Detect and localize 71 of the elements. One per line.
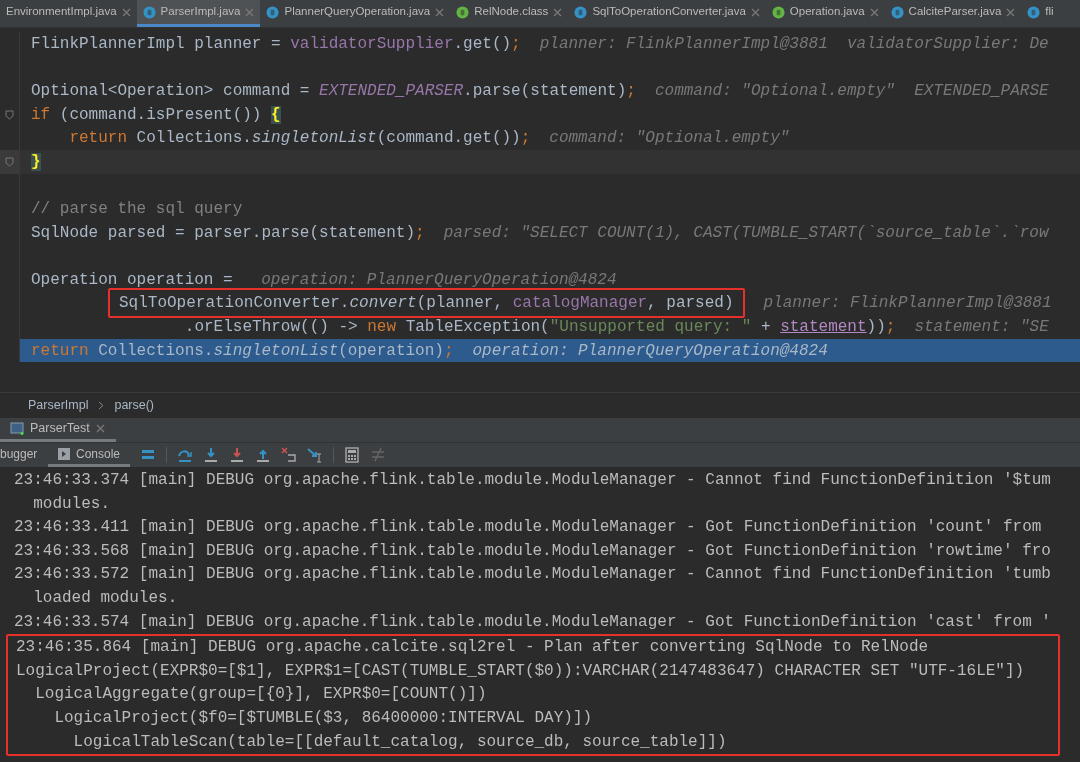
console-line: loaded modules. <box>32 587 179 609</box>
file-type-icon <box>266 5 280 19</box>
step-over-icon[interactable] <box>177 447 194 463</box>
editor-tab[interactable]: RelNode.class <box>450 0 569 27</box>
code-text: Operation operation = <box>31 269 234 291</box>
console-line: LogicalProject($f0=[$TUMBLE($3, 86400000:INTERVAL DAY)]) <box>53 707 594 729</box>
code-text: Optional<Operation> command = EXTENDED_PARSER.parse(statement); <box>31 81 636 102</box>
debug-value-hint: statement: "SE <box>914 316 1049 338</box>
editor-tab[interactable]: EnvironmentImpl.java <box>0 0 137 27</box>
file-type-icon <box>456 5 470 19</box>
step-into-icon[interactable] <box>203 447 220 463</box>
calculator-icon[interactable] <box>344 447 361 463</box>
editor-tab[interactable]: PlannerQueryOperation.java <box>260 0 451 27</box>
window-icon <box>10 422 24 435</box>
file-type-icon <box>142 5 156 19</box>
highlighted-code: SqlToOperationConverter.convert(planner, catalogManager, parsed) <box>108 288 745 319</box>
debug-value-hint: operation: PlannerQueryOperation@4824 <box>261 269 617 291</box>
breadcrumb-item[interactable]: parse() <box>114 396 155 415</box>
console-line: LogicalAggregate(group=[{0}], EXPR$0=[COUNT()]) <box>34 684 488 706</box>
debug-value-hint: command: "Optional.empty" <box>549 128 790 150</box>
code-text: FlinkPlannerImpl planner = validatorSupplier.get(); <box>31 33 521 55</box>
close-icon[interactable] <box>750 7 760 17</box>
debug-value-hint: planner: FlinkPlannerImpl@3881 <box>763 293 1052 315</box>
fold-icon[interactable] <box>5 156 14 167</box>
close-icon[interactable] <box>95 424 105 433</box>
debug-value-hint: planner: FlinkPlannerImpl@3881 validatorSupplier: De <box>539 33 1049 55</box>
console-line: 23:46:33.574 [main] DEBUG org.apache.flink.table.module.ModuleManager - Got FunctionDefinition 'cast' from ' <box>13 611 1052 633</box>
chevron-right-icon <box>98 401 105 410</box>
file-type-icon <box>771 5 785 19</box>
console-line: 23:46:33.411 [main] DEBUG org.apache.flink.table.module.ModuleManager - Got FunctionDefinition 'count' from <box>13 517 1043 539</box>
console-icon <box>58 447 70 460</box>
run-to-cursor-icon[interactable] <box>307 447 324 463</box>
debug-tab[interactable]: bugger <box>0 443 48 467</box>
close-icon[interactable] <box>869 7 879 17</box>
code-text: .orElseThrow(() -> new TableException("Unsupported query: " + statement)); <box>183 316 896 338</box>
file-type-icon <box>1027 5 1041 19</box>
force-step-into-icon[interactable] <box>229 447 246 463</box>
console-line: 23:46:33.374 [main] DEBUG org.apache.flink.table.module.ModuleManager - Cannot find FunctionDefinition '$tum <box>13 470 1052 491</box>
debug-value-hint: parsed: "SELECT COUNT(1), CAST(TUMBLE_START(`source_table`.`row <box>443 222 1049 244</box>
fold-icon[interactable] <box>5 109 14 120</box>
step-out-icon[interactable] <box>255 447 272 463</box>
code-text: SqlNode parsed = parser.parse(statement); <box>31 222 425 244</box>
console-line: 23:46:35.864 [main] DEBUG org.apache.calcite.sql2rel - Plan after converting SqlNode to RelNode <box>15 637 930 659</box>
code-text: return Collections.singletonList(command.get()); <box>68 128 531 150</box>
close-icon[interactable] <box>553 7 563 17</box>
file-type-icon <box>890 5 904 19</box>
console-line: LogicalProject(EXPR$0=[$1], EXPR$1=[CAST(TUMBLE_START($0)):VARCHAR(2147483647) CHARACTER SET "UTF-16LE"]) <box>15 660 1026 682</box>
debug-value-hint: operation: PlannerQueryOperation@4824 <box>472 340 828 362</box>
console-line: LogicalTableScan(table=[[default_catalog, source_db, source_table]]) <box>72 731 728 753</box>
code-text: return Collections.singletonList(operation); <box>31 340 454 362</box>
drop-frame-icon[interactable] <box>281 447 298 463</box>
debug-value-hint: command: "Optional.empty" EXTENDED_PARSE <box>654 81 1049 102</box>
trace-icon[interactable] <box>370 447 387 463</box>
console-line: 23:46:33.568 [main] DEBUG org.apache.flink.table.module.ModuleManager - Got FunctionDefinition 'rowtime' fro <box>13 540 1052 562</box>
code-text: // parse the sql query <box>31 198 243 220</box>
close-icon[interactable] <box>121 7 131 17</box>
code-text: } <box>31 151 41 173</box>
close-icon[interactable] <box>1006 7 1016 17</box>
debug-tab[interactable]: Console <box>48 443 131 467</box>
breadcrumb-item[interactable]: ParserImpl <box>28 396 89 415</box>
editor-tab[interactable]: CalciteParser.java <box>884 0 1022 27</box>
editor-tab[interactable]: ParserImpl.java <box>136 0 261 27</box>
close-icon[interactable] <box>245 7 255 17</box>
console-line: modules. <box>32 493 111 515</box>
file-type-icon <box>574 5 588 19</box>
code-text: if (command.isPresent()) { <box>31 104 281 126</box>
console-line: 23:46:33.572 [main] DEBUG org.apache.flink.table.module.ModuleManager - Cannot find FunctionDefinition 'tumb <box>13 564 1052 586</box>
editor-tab[interactable]: fli <box>1021 0 1060 27</box>
close-icon[interactable] <box>435 7 445 17</box>
editor-tab[interactable]: SqlToOperationConverter.java <box>568 0 766 27</box>
editor-tab[interactable]: Operation.java <box>765 0 885 27</box>
